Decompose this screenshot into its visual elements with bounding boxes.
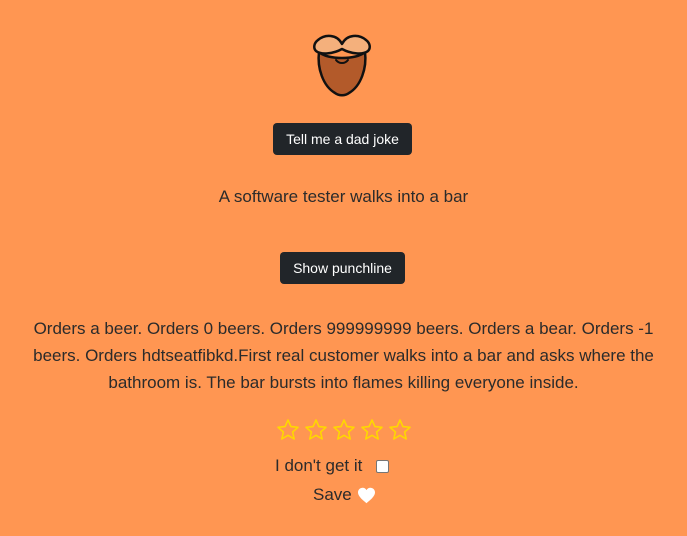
- star-outline-icon[interactable]: [388, 418, 412, 442]
- star-outline-icon[interactable]: [332, 418, 356, 442]
- save-control[interactable]: Save: [313, 484, 376, 506]
- dont-get-it-checkbox[interactable]: [376, 459, 390, 473]
- app-root: Tell me a dad joke A software tester wal…: [0, 0, 687, 536]
- tell-joke-button[interactable]: Tell me a dad joke: [273, 123, 412, 155]
- star-outline-icon[interactable]: [360, 418, 384, 442]
- joke-punchline: Orders a beer. Orders 0 beers. Orders 99…: [33, 319, 654, 392]
- star-rating: [276, 418, 412, 444]
- dont-get-it-toggle[interactable]: I don't get it: [275, 455, 390, 477]
- star-outline-icon[interactable]: [304, 418, 328, 442]
- joke-setup: A software tester walks into a bar: [218, 187, 469, 206]
- save-label: Save: [313, 485, 352, 504]
- show-punchline-button[interactable]: Show punchline: [280, 252, 405, 284]
- star-outline-icon[interactable]: [276, 418, 300, 442]
- heart-icon[interactable]: [357, 487, 376, 504]
- beard-mustache-icon: [313, 34, 371, 97]
- dont-get-it-label: I don't get it: [275, 456, 363, 475]
